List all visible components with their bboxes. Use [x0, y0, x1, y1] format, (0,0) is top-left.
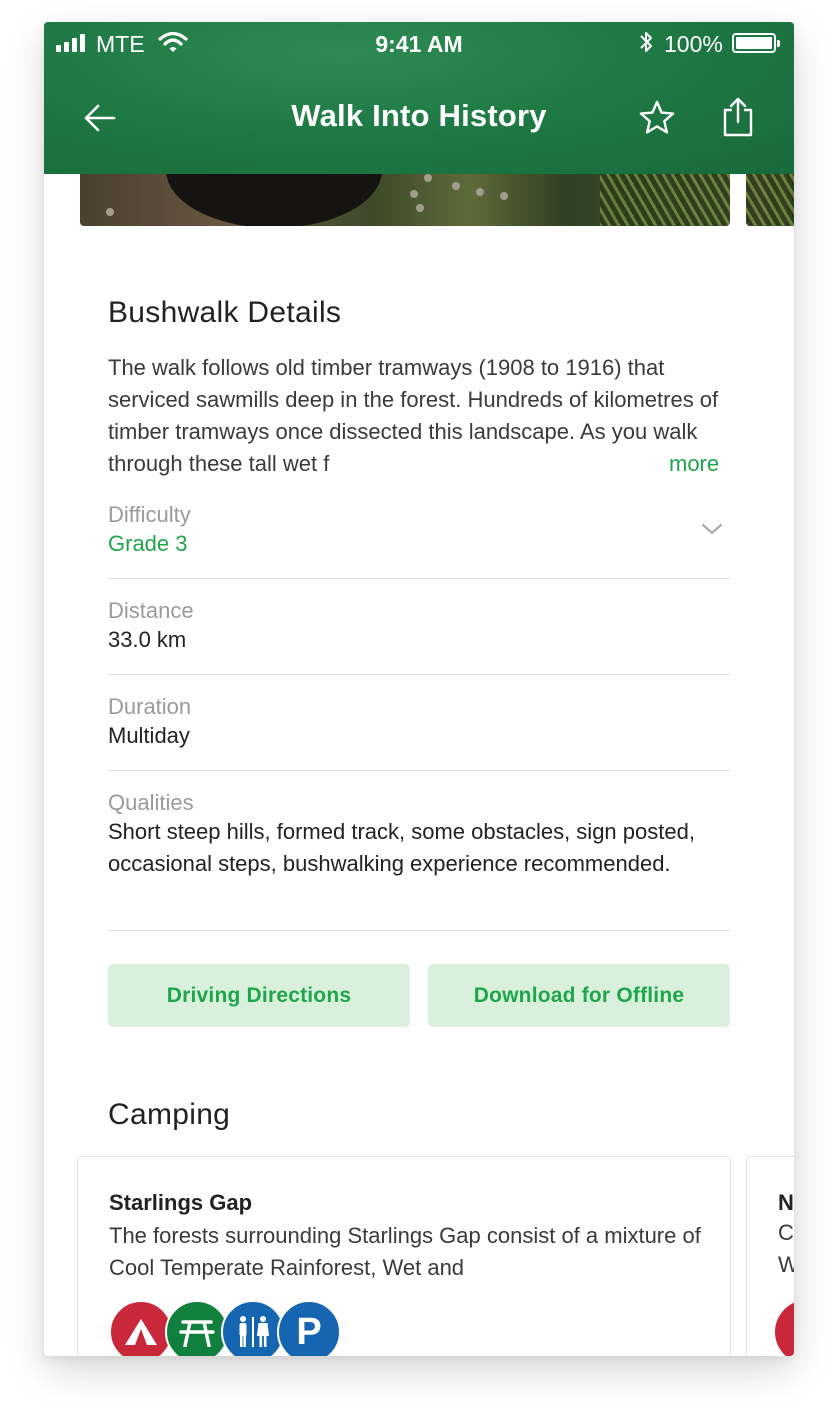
- divider: [108, 770, 730, 771]
- difficulty-label: Difficulty: [108, 502, 191, 527]
- star-icon[interactable]: [638, 99, 676, 137]
- divider: [108, 674, 730, 675]
- driving-directions-button[interactable]: Driving Directions: [108, 964, 410, 1027]
- toilets-icon: [221, 1300, 285, 1356]
- description-text: The walk follows old timber tramways (19…: [108, 352, 732, 480]
- bluetooth-icon: [640, 32, 652, 52]
- divider: [108, 930, 730, 931]
- section-title-bushwalk-details: Bushwalk Details: [108, 296, 342, 329]
- camping-tent-icon: [109, 1300, 173, 1356]
- battery-percent: 100%: [664, 31, 723, 57]
- campsite-description: The forests surrounding Starlings Gap co…: [109, 1223, 701, 1280]
- parking-icon: P: [277, 1300, 341, 1356]
- campsite-description-peek: C: [778, 1220, 794, 1245]
- campsite-description-peek: W: [778, 1252, 794, 1278]
- campsite-card[interactable]: Starlings Gap The forests surrounding St…: [77, 1156, 731, 1356]
- hero-photo-next[interactable]: [746, 172, 794, 226]
- page-title: Walk Into History: [291, 98, 547, 133]
- more-link[interactable]: more: [669, 448, 719, 480]
- campsite-name: Starlings Gap: [109, 1190, 253, 1215]
- app-screen: MTE 9:41 AM 100% Walk Into History Bushw: [44, 22, 794, 1356]
- picnic-table-icon: [165, 1300, 229, 1356]
- download-offline-button[interactable]: Download for Offline: [428, 964, 730, 1027]
- battery-icon: [732, 33, 780, 53]
- chevron-down-icon[interactable]: [700, 520, 724, 538]
- campsite-name-peek: N: [778, 1190, 794, 1215]
- section-title-camping: Camping: [108, 1098, 231, 1131]
- qualities-label: Qualities: [108, 790, 194, 815]
- status-bar: MTE 9:41 AM 100%: [44, 22, 794, 66]
- hero-photo[interactable]: [80, 172, 730, 226]
- distance-label: Distance: [108, 598, 194, 623]
- nav-header: MTE 9:41 AM 100% Walk Into History: [44, 22, 794, 174]
- share-icon[interactable]: [720, 96, 756, 138]
- campsite-card-next[interactable]: N C W: [746, 1156, 794, 1356]
- duration-label: Duration: [108, 694, 192, 719]
- difficulty-value: Grade 3: [108, 531, 188, 556]
- divider: [108, 578, 730, 579]
- duration-value: Multiday: [108, 723, 190, 748]
- camping-tent-icon: [775, 1300, 794, 1356]
- distance-value: 33.0 km: [108, 627, 187, 652]
- qualities-value: Short steep hills, formed track, some ob…: [108, 819, 695, 876]
